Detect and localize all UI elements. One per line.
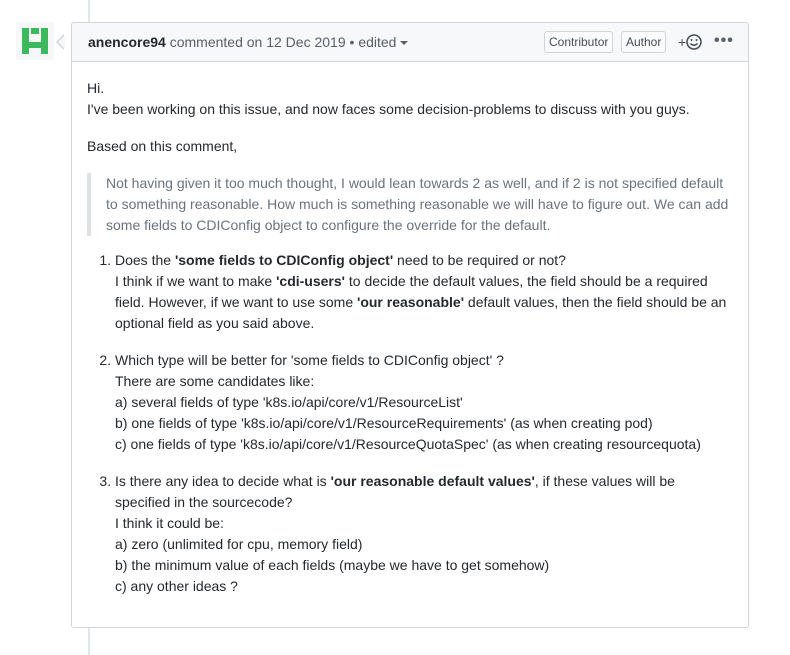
- comment-header: anencore94 commented on 12 Dec 2019 • ed…: [72, 23, 748, 62]
- answer-part: I think if we want to make: [115, 273, 277, 289]
- candidate-line: a) several fields of type 'k8s.io/api/co…: [115, 394, 463, 410]
- based-on-text: Based on this comment,: [87, 138, 238, 154]
- chevron-down-icon: [400, 41, 409, 46]
- action-text: commented on: [165, 34, 267, 50]
- author-badge: Author: [621, 31, 667, 53]
- question-text: Is there any idea to decide what is 'our…: [115, 473, 675, 510]
- meta-separator: •: [345, 34, 359, 50]
- intro-text: I've been working on this issue, and now…: [87, 101, 690, 117]
- more-options-icon[interactable]: •••: [714, 32, 734, 50]
- comment-box: anencore94 commented on 12 Dec 2019 • ed…: [56, 22, 749, 628]
- list-item: Does the 'some fields to CDIConfig objec…: [115, 250, 732, 334]
- question-list: Does the 'some fields to CDIConfig objec…: [87, 250, 732, 597]
- smiley-icon: [686, 34, 702, 50]
- edited-dropdown[interactable]: edited: [358, 34, 409, 50]
- question-pre: Does the: [115, 252, 175, 268]
- identicon-icon: [16, 22, 54, 60]
- candidate-line: c) one fields of type 'k8s.io/api/core/v…: [115, 436, 701, 452]
- candidate-line: b) one fields of type 'k8s.io/api/core/v…: [115, 415, 653, 431]
- list-item: Which type will be better for 'some fiel…: [115, 350, 732, 455]
- comment-paragraph: Hi. I've been working on this issue, and…: [87, 78, 732, 120]
- idea-line: I think it could be:: [115, 515, 224, 531]
- avatar[interactable]: [16, 22, 54, 60]
- idea-line: a) zero (unlimited for cpu, memory field…: [115, 536, 363, 552]
- answer-bold: 'cdi-users': [276, 273, 345, 289]
- question-bold: 'some fields to CDIConfig object': [174, 252, 394, 268]
- idea-line: b) the minimum value of each fields (may…: [115, 557, 550, 573]
- comment-caret-inner: [58, 35, 65, 49]
- question-post: need to be required or not?: [393, 252, 566, 268]
- quoted-comment: Not having given it too much thought, I …: [87, 173, 732, 236]
- add-reaction-button[interactable]: +: [678, 32, 702, 52]
- plus-label: +: [678, 34, 687, 50]
- question-text: Which type will be better for 'some fiel…: [115, 352, 504, 368]
- author-link[interactable]: anencore94: [88, 34, 166, 50]
- answer-bold: 'our reasonable': [357, 294, 465, 310]
- contributor-badge: Contributor: [544, 31, 614, 53]
- edited-label: edited: [358, 34, 397, 50]
- candidate-line: There are some candidates like:: [115, 373, 315, 389]
- idea-line: c) any other ideas ?: [115, 578, 238, 594]
- question-bold: 'our reasonable default values': [330, 473, 535, 489]
- question-pre: Is there any idea to decide what is: [115, 473, 331, 489]
- comment-date[interactable]: 12 Dec 2019: [266, 34, 345, 50]
- question-text: Does the 'some fields to CDIConfig objec…: [115, 252, 566, 268]
- comment-meta: anencore94 commented on 12 Dec 2019 • ed…: [88, 34, 409, 50]
- list-item: Is there any idea to decide what is 'our…: [115, 471, 732, 597]
- greeting-text: Hi.: [87, 80, 105, 96]
- comment-body: Hi. I've been working on this issue, and…: [87, 78, 732, 613]
- answer-text: I think if we want to make 'cdi-users' t…: [115, 273, 726, 331]
